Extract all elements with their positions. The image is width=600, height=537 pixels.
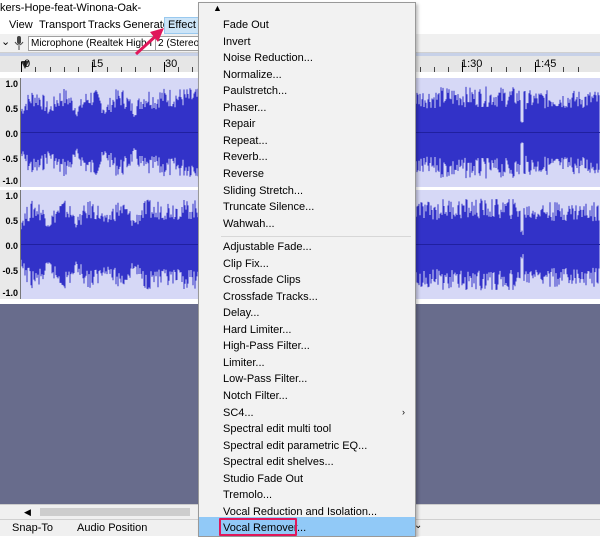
effect-menu-item[interactable]: Repeat... — [223, 135, 268, 147]
scale-label: -1.0 — [2, 288, 18, 298]
effect-menu-item[interactable]: High-Pass Filter... — [223, 340, 310, 352]
effect-menu-item[interactable]: Low-Pass Filter... — [223, 373, 307, 385]
effect-menu-item[interactable]: Hard Limiter... — [223, 324, 291, 336]
scale-label: 1.0 — [5, 79, 18, 89]
effect-menu-item[interactable]: Repair — [223, 118, 255, 130]
snap-to-label: Snap-To — [12, 522, 53, 534]
submenu-arrow-icon: › — [402, 407, 405, 417]
effect-menu-item[interactable]: Normalize... — [223, 69, 282, 81]
effect-menu-item[interactable]: Clip Fix... — [223, 258, 269, 270]
effect-menu-item[interactable]: Notch Filter... — [223, 390, 288, 402]
effect-menu-item[interactable]: Truncate Silence... — [223, 201, 314, 213]
effect-menu-item[interactable]: Paulstretch... — [223, 85, 287, 97]
effect-menu-item[interactable]: Sliding Stretch... — [223, 185, 303, 197]
scale-label: -0.5 — [2, 154, 18, 164]
effect-menu-item[interactable]: SC4... — [223, 407, 254, 419]
effect-menu-item[interactable]: Limiter... — [223, 357, 265, 369]
effect-menu-item[interactable]: Studio Fade Out — [223, 473, 303, 485]
effect-menu-item[interactable]: Crossfade Tracks... — [223, 291, 318, 303]
amplitude-scale: 1.0 0.5 0.0 -0.5 -1.0 — [0, 78, 21, 187]
chevron-down-icon[interactable]: ⌄ — [1, 35, 10, 48]
effect-menu-item[interactable]: Invert — [223, 36, 251, 48]
scale-label: -0.5 — [2, 266, 18, 276]
effect-menu-item[interactable]: Reverb... — [223, 151, 268, 163]
effect-menu-item[interactable]: Adjustable Fade... — [223, 241, 312, 253]
audio-position-label: Audio Position — [77, 522, 148, 534]
ruler-label: 15 — [91, 58, 104, 70]
amplitude-scale: 1.0 0.5 0.0 -0.5 -1.0 — [0, 190, 21, 299]
ruler-label: 1:30 — [461, 58, 483, 70]
effect-menu-item[interactable]: Vocal Reduction and Isolation... — [223, 506, 377, 518]
menu-tracks[interactable]: Tracks — [88, 19, 121, 31]
window-title: kers-Hope-feat-Winona-Oak- — [0, 2, 142, 14]
effect-menu-item[interactable]: Spectral edit multi tool — [223, 423, 331, 435]
scale-label: 0.5 — [5, 104, 18, 114]
effect-menu-item[interactable]: Tremolo... — [223, 489, 272, 501]
ruler-tick — [21, 62, 22, 72]
microphone-icon — [14, 36, 24, 50]
effect-menu-item[interactable]: Delay... — [223, 307, 259, 319]
effect-menu-item[interactable]: Spectral edit parametric EQ... — [223, 440, 367, 452]
menu-transport[interactable]: Transport — [39, 19, 86, 31]
annotation-highlight-box — [219, 518, 297, 536]
scroll-up-icon[interactable]: ▲ — [213, 3, 222, 13]
effect-menu: ▲ Fade Out Invert Noise Reduction... Normal… — [198, 2, 416, 537]
scale-label: -1.0 — [2, 176, 18, 186]
effect-menu-item[interactable]: Noise Reduction... — [223, 52, 313, 64]
effect-menu-item[interactable]: Spectral edit shelves... — [223, 456, 334, 468]
effect-menu-item[interactable]: Fade Out — [223, 19, 269, 31]
ruler-label: 0 — [24, 58, 31, 70]
scale-label: 0.5 — [5, 216, 18, 226]
scroll-left-icon[interactable]: ◀ — [24, 507, 31, 518]
effect-menu-item[interactable]: Reverse — [223, 168, 264, 180]
effect-menu-item[interactable]: Crossfade Clips — [223, 274, 301, 286]
menu-view[interactable]: View — [9, 19, 33, 31]
annotation-arrow-icon — [134, 28, 164, 56]
scrollbar-thumb[interactable] — [40, 508, 190, 516]
scale-label: 0.0 — [5, 241, 18, 251]
effect-menu-item[interactable]: Phaser... — [223, 102, 266, 114]
menu-separator — [221, 236, 411, 237]
scale-label: 1.0 — [5, 191, 18, 201]
effect-menu-item[interactable]: Wahwah... — [223, 218, 275, 230]
scale-label: 0.0 — [5, 129, 18, 139]
ruler-label: 1:45 — [535, 58, 557, 70]
